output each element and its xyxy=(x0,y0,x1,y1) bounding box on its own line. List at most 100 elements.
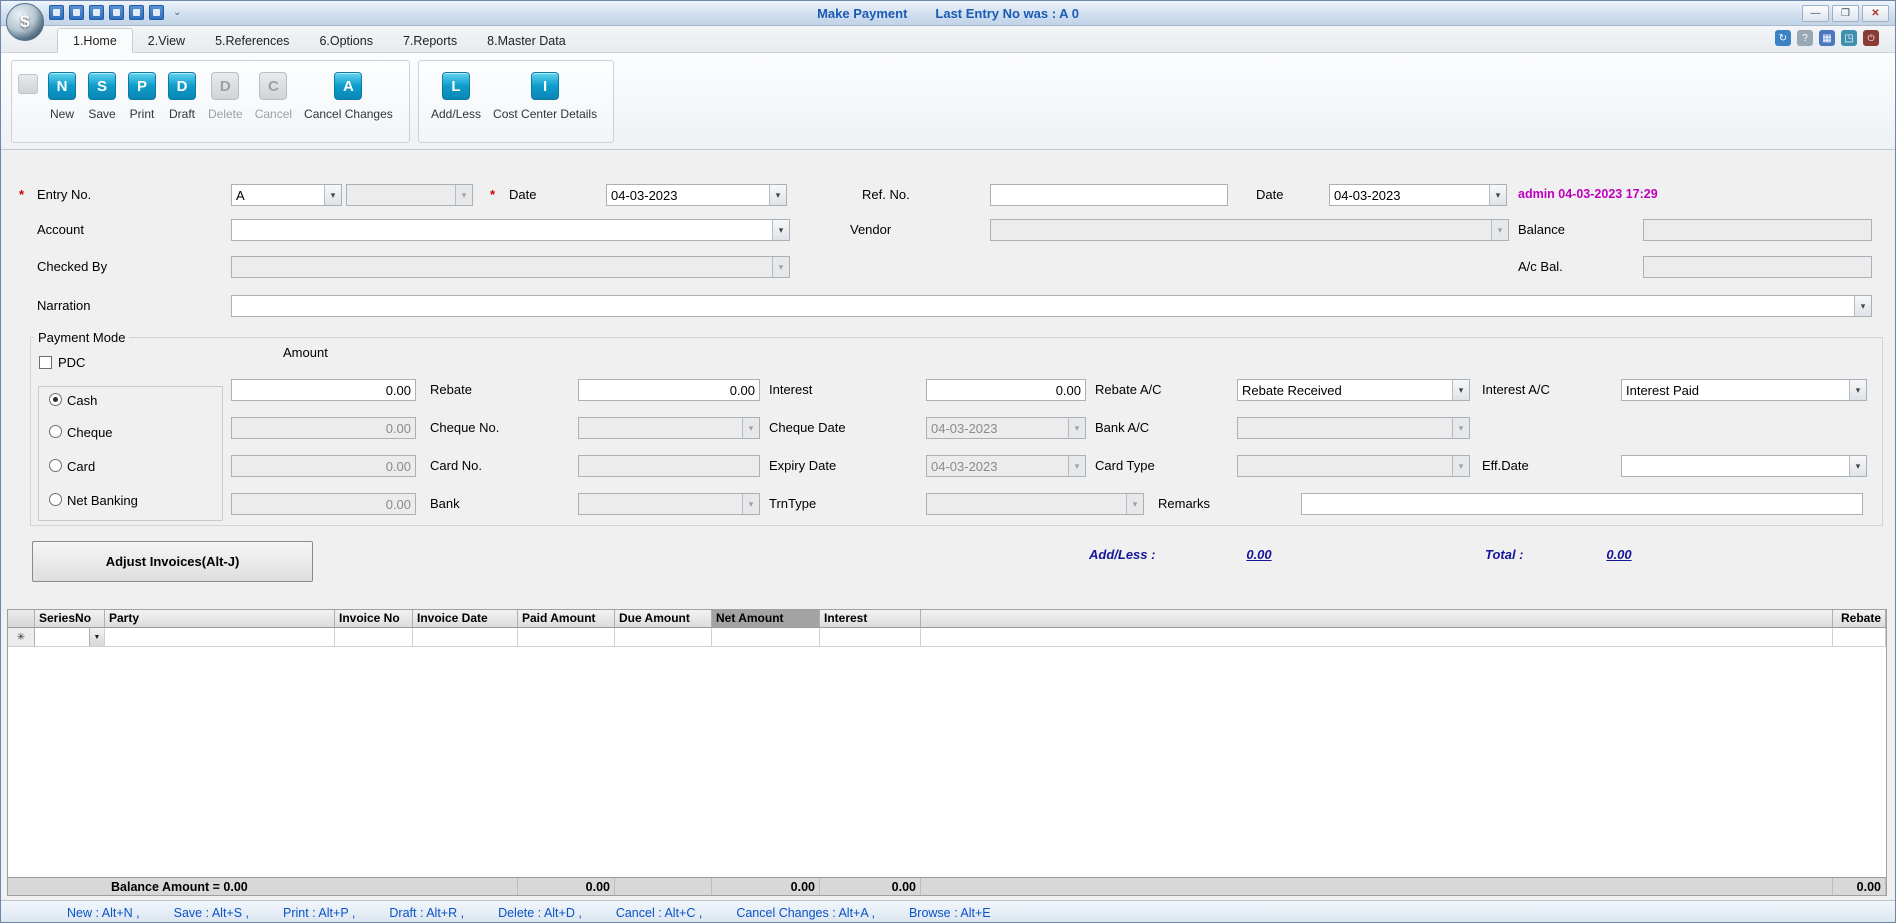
netbanking-radio[interactable] xyxy=(49,493,62,506)
interest-cell[interactable] xyxy=(820,628,921,647)
close-button[interactable]: ✕ xyxy=(1862,5,1889,22)
col-header-invoice-date[interactable]: Invoice Date xyxy=(413,610,518,628)
chevron-down-icon[interactable] xyxy=(324,185,341,205)
tab-master-data[interactable]: 8.Master Data xyxy=(472,29,581,52)
bank-label: Bank xyxy=(430,496,460,511)
add-less-icon: L xyxy=(442,72,470,100)
tab-reports[interactable]: 7.Reports xyxy=(388,29,472,52)
ref-no-input[interactable] xyxy=(990,184,1228,206)
vendor-label: Vendor xyxy=(850,222,891,237)
calendar-icon[interactable] xyxy=(1819,30,1835,46)
chevron-down-icon xyxy=(1068,456,1085,476)
chevron-down-icon[interactable] xyxy=(772,220,789,240)
maximize-button[interactable]: ❐ xyxy=(1832,5,1859,22)
invoice-date-cell[interactable] xyxy=(413,628,518,647)
interest-input[interactable] xyxy=(926,379,1086,401)
ref-date-label: Date xyxy=(1256,187,1283,202)
interest-ac-combo[interactable]: Interest Paid xyxy=(1621,379,1867,401)
eff-date-picker[interactable] xyxy=(1621,455,1867,477)
entry-date-value: 04-03-2023 xyxy=(607,188,769,203)
net-amount-cell[interactable] xyxy=(712,628,820,647)
chevron-down-icon[interactable] xyxy=(1489,185,1506,205)
draft-button[interactable]: D Draft xyxy=(162,70,202,123)
ref-date-picker[interactable]: 04-03-2023 xyxy=(1329,184,1507,206)
cash-radio[interactable] xyxy=(49,393,62,406)
cheque-amount-input xyxy=(231,417,416,439)
remarks-input[interactable] xyxy=(1301,493,1863,515)
cash-amount-input[interactable] xyxy=(231,379,416,401)
account-combo[interactable] xyxy=(231,219,790,241)
apps-icon[interactable] xyxy=(1841,30,1857,46)
add-less-total-value[interactable]: 0.00 xyxy=(1229,547,1289,562)
col-header-seriesno[interactable]: SeriesNo xyxy=(35,610,105,628)
ref-date-value: 04-03-2023 xyxy=(1330,188,1489,203)
tab-home[interactable]: 1.Home xyxy=(57,28,133,53)
tab-view[interactable]: 2.View xyxy=(133,29,200,52)
interest-total: 0.00 xyxy=(820,878,921,895)
power-icon[interactable] xyxy=(1863,30,1879,46)
rebate-input[interactable] xyxy=(578,379,760,401)
bank-ac-label: Bank A/C xyxy=(1095,420,1149,435)
chevron-down-icon[interactable] xyxy=(1849,456,1866,476)
rebate-ac-combo[interactable]: Rebate Received xyxy=(1237,379,1470,401)
tab-references[interactable]: 5.References xyxy=(200,29,304,52)
col-header-invoice-no[interactable]: Invoice No xyxy=(335,610,413,628)
adjust-invoices-button[interactable]: Adjust Invoices(Alt-J) xyxy=(32,541,313,582)
delete-button-label: Delete xyxy=(208,107,243,121)
card-radio-label[interactable]: Card xyxy=(67,459,95,474)
bank-combo xyxy=(578,493,760,515)
col-header-paid-amount[interactable]: Paid Amount xyxy=(518,610,615,628)
total-label: Total : xyxy=(1485,547,1524,562)
cheque-radio-label[interactable]: Cheque xyxy=(67,425,113,440)
add-less-total-label: Add/Less : xyxy=(1089,547,1155,562)
pdc-checkbox[interactable] xyxy=(39,356,52,369)
print-button[interactable]: P Print xyxy=(122,70,162,123)
narration-combo[interactable] xyxy=(231,295,1872,317)
cheque-radio[interactable] xyxy=(49,425,62,438)
cheque-no-combo xyxy=(578,417,760,439)
tab-options[interactable]: 6.Options xyxy=(304,29,388,52)
cost-center-details-button[interactable]: I Cost Center Details xyxy=(487,70,603,123)
save-button[interactable]: S Save xyxy=(82,70,122,123)
entry-series-combo[interactable]: A xyxy=(231,184,342,206)
entry-date-picker[interactable]: 04-03-2023 xyxy=(606,184,787,206)
draft-button-label: Draft xyxy=(169,107,195,121)
delete-button: D Delete xyxy=(202,70,249,123)
row-selector-header xyxy=(8,610,35,628)
interest-label: Interest xyxy=(769,382,812,397)
col-header-rebate[interactable]: Rebate xyxy=(1833,610,1886,628)
card-radio[interactable] xyxy=(49,459,62,472)
netbanking-radio-label[interactable]: Net Banking xyxy=(67,493,138,508)
due-amount-cell[interactable] xyxy=(615,628,712,647)
col-header-interest[interactable]: Interest xyxy=(820,610,921,628)
party-cell[interactable] xyxy=(105,628,335,647)
refresh-icon[interactable] xyxy=(1775,30,1791,46)
chevron-down-icon[interactable] xyxy=(1849,380,1866,400)
cancel-changes-button[interactable]: A Cancel Changes xyxy=(298,70,399,123)
total-value[interactable]: 0.00 xyxy=(1589,547,1649,562)
rebate-cell[interactable] xyxy=(1833,628,1886,647)
chevron-down-icon[interactable] xyxy=(1452,380,1469,400)
chevron-down-icon[interactable] xyxy=(1854,296,1871,316)
grid-header-row: SeriesNo Party Invoice No Invoice Date P… xyxy=(8,610,1886,628)
chevron-down-icon[interactable] xyxy=(769,185,786,205)
minimize-button[interactable]: — xyxy=(1802,5,1829,22)
cash-radio-label[interactable]: Cash xyxy=(67,393,97,408)
card-type-combo xyxy=(1237,455,1470,477)
shortcut-draft: Draft : Alt+R , xyxy=(389,906,464,920)
add-less-button[interactable]: L Add/Less xyxy=(425,70,487,123)
paid-amount-cell[interactable] xyxy=(518,628,615,647)
invoice-no-cell[interactable] xyxy=(335,628,413,647)
trn-type-label: TrnType xyxy=(769,496,816,511)
seriesno-cell[interactable] xyxy=(35,628,105,647)
col-header-party[interactable]: Party xyxy=(105,610,335,628)
new-button[interactable]: N New xyxy=(42,70,82,123)
seriesno-dropdown-icon[interactable] xyxy=(89,628,104,646)
print-icon: P xyxy=(128,72,156,100)
tabrow-right-icons xyxy=(1775,30,1879,46)
col-header-due-amount[interactable]: Due Amount xyxy=(615,610,712,628)
cancel-changes-icon: A xyxy=(334,72,362,100)
help-icon[interactable] xyxy=(1797,30,1813,46)
col-header-net-amount[interactable]: Net Amount xyxy=(712,610,820,628)
app-logo[interactable] xyxy=(6,3,44,41)
